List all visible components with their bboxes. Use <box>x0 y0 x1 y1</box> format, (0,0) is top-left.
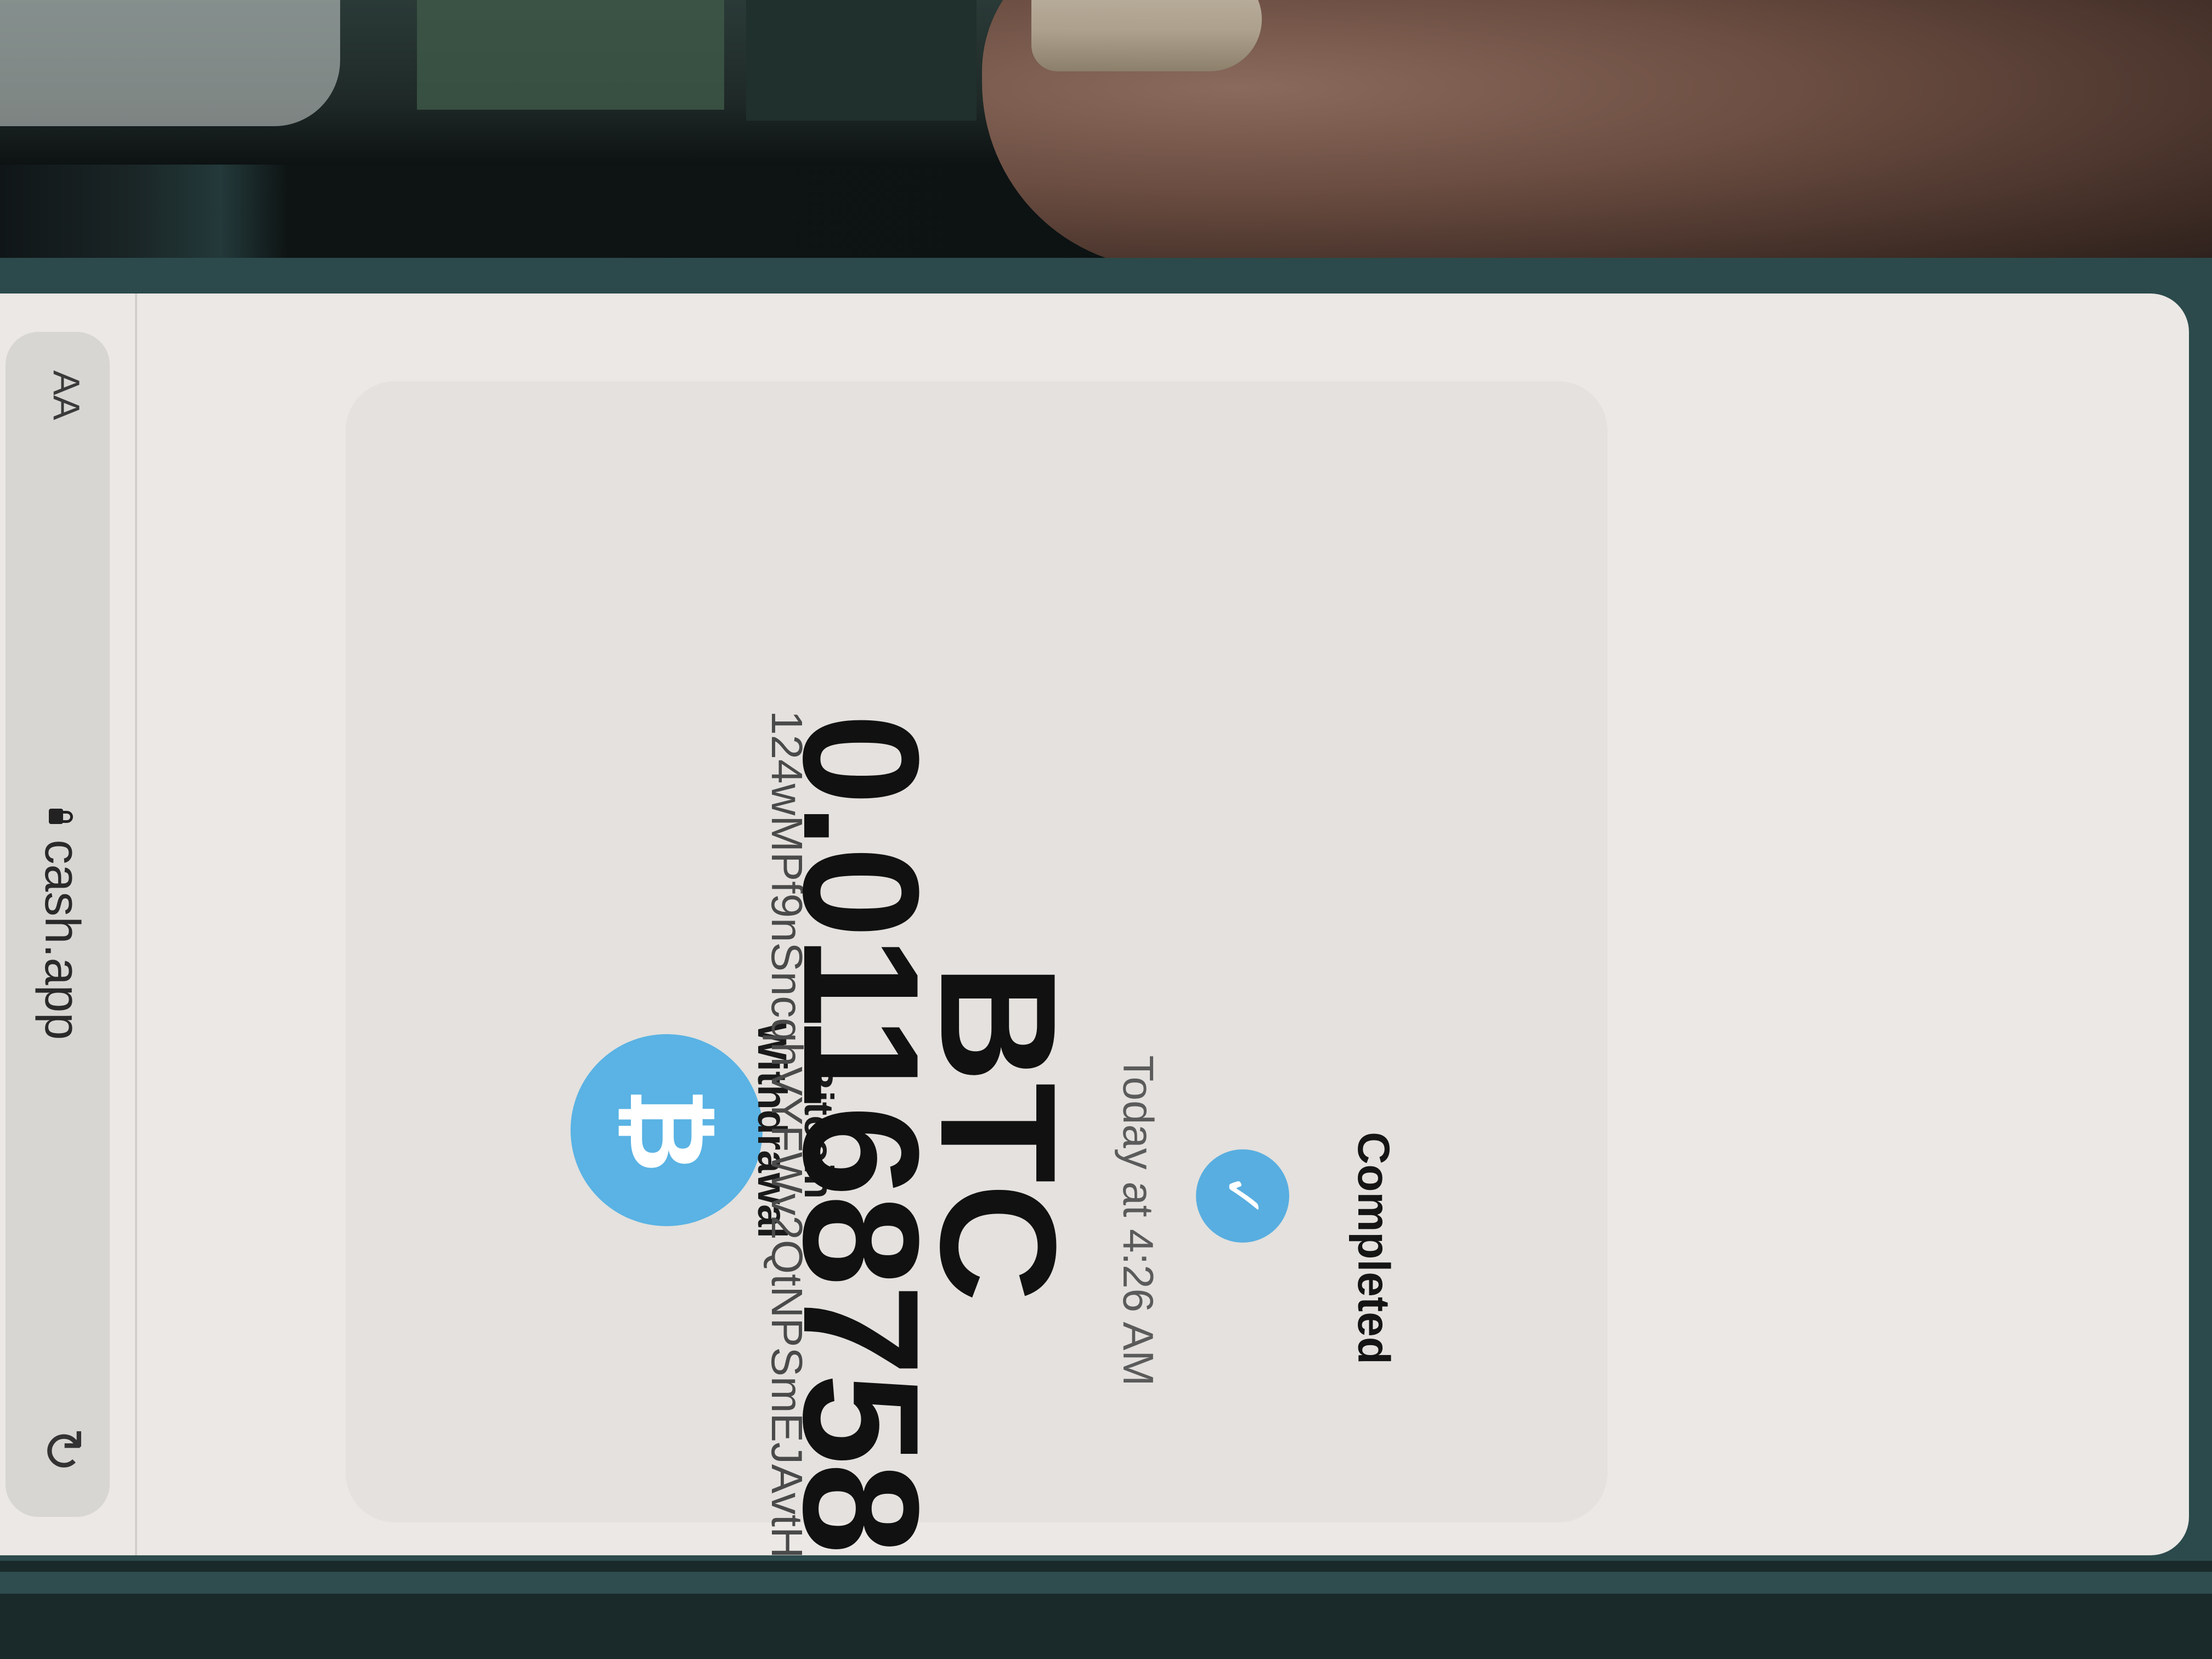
transaction-timestamp: Today at 4:26 AM <box>1114 1055 1163 1386</box>
photo-scene: AA cash.app ↻ ₿ Bitcoin Withdrawal 124wM… <box>0 0 2212 1659</box>
check-circle-icon: ✓ <box>1196 1149 1289 1243</box>
thumb <box>982 0 2212 269</box>
amount-unit: BTC <box>906 963 1091 1302</box>
status-label: Completed <box>1348 1132 1398 1364</box>
background-blur <box>746 0 977 121</box>
thumbnail <box>1031 0 1262 71</box>
phone-bottom-edge <box>0 1561 2212 1659</box>
phone-rim <box>0 1572 2212 1594</box>
background-blur <box>0 0 340 126</box>
rotated-transaction-view: ₿ Bitcoin Withdrawal 124wMPf9nSncqhVYFWv… <box>0 294 2189 1555</box>
bitcoin-icon: ₿ <box>571 1034 763 1226</box>
bitcoin-glyph: ₿ <box>606 1087 727 1173</box>
background-blur <box>417 0 724 110</box>
transaction-content-layer: ₿ Bitcoin Withdrawal 124wMPf9nSncqhVYFWv… <box>0 294 2189 1555</box>
